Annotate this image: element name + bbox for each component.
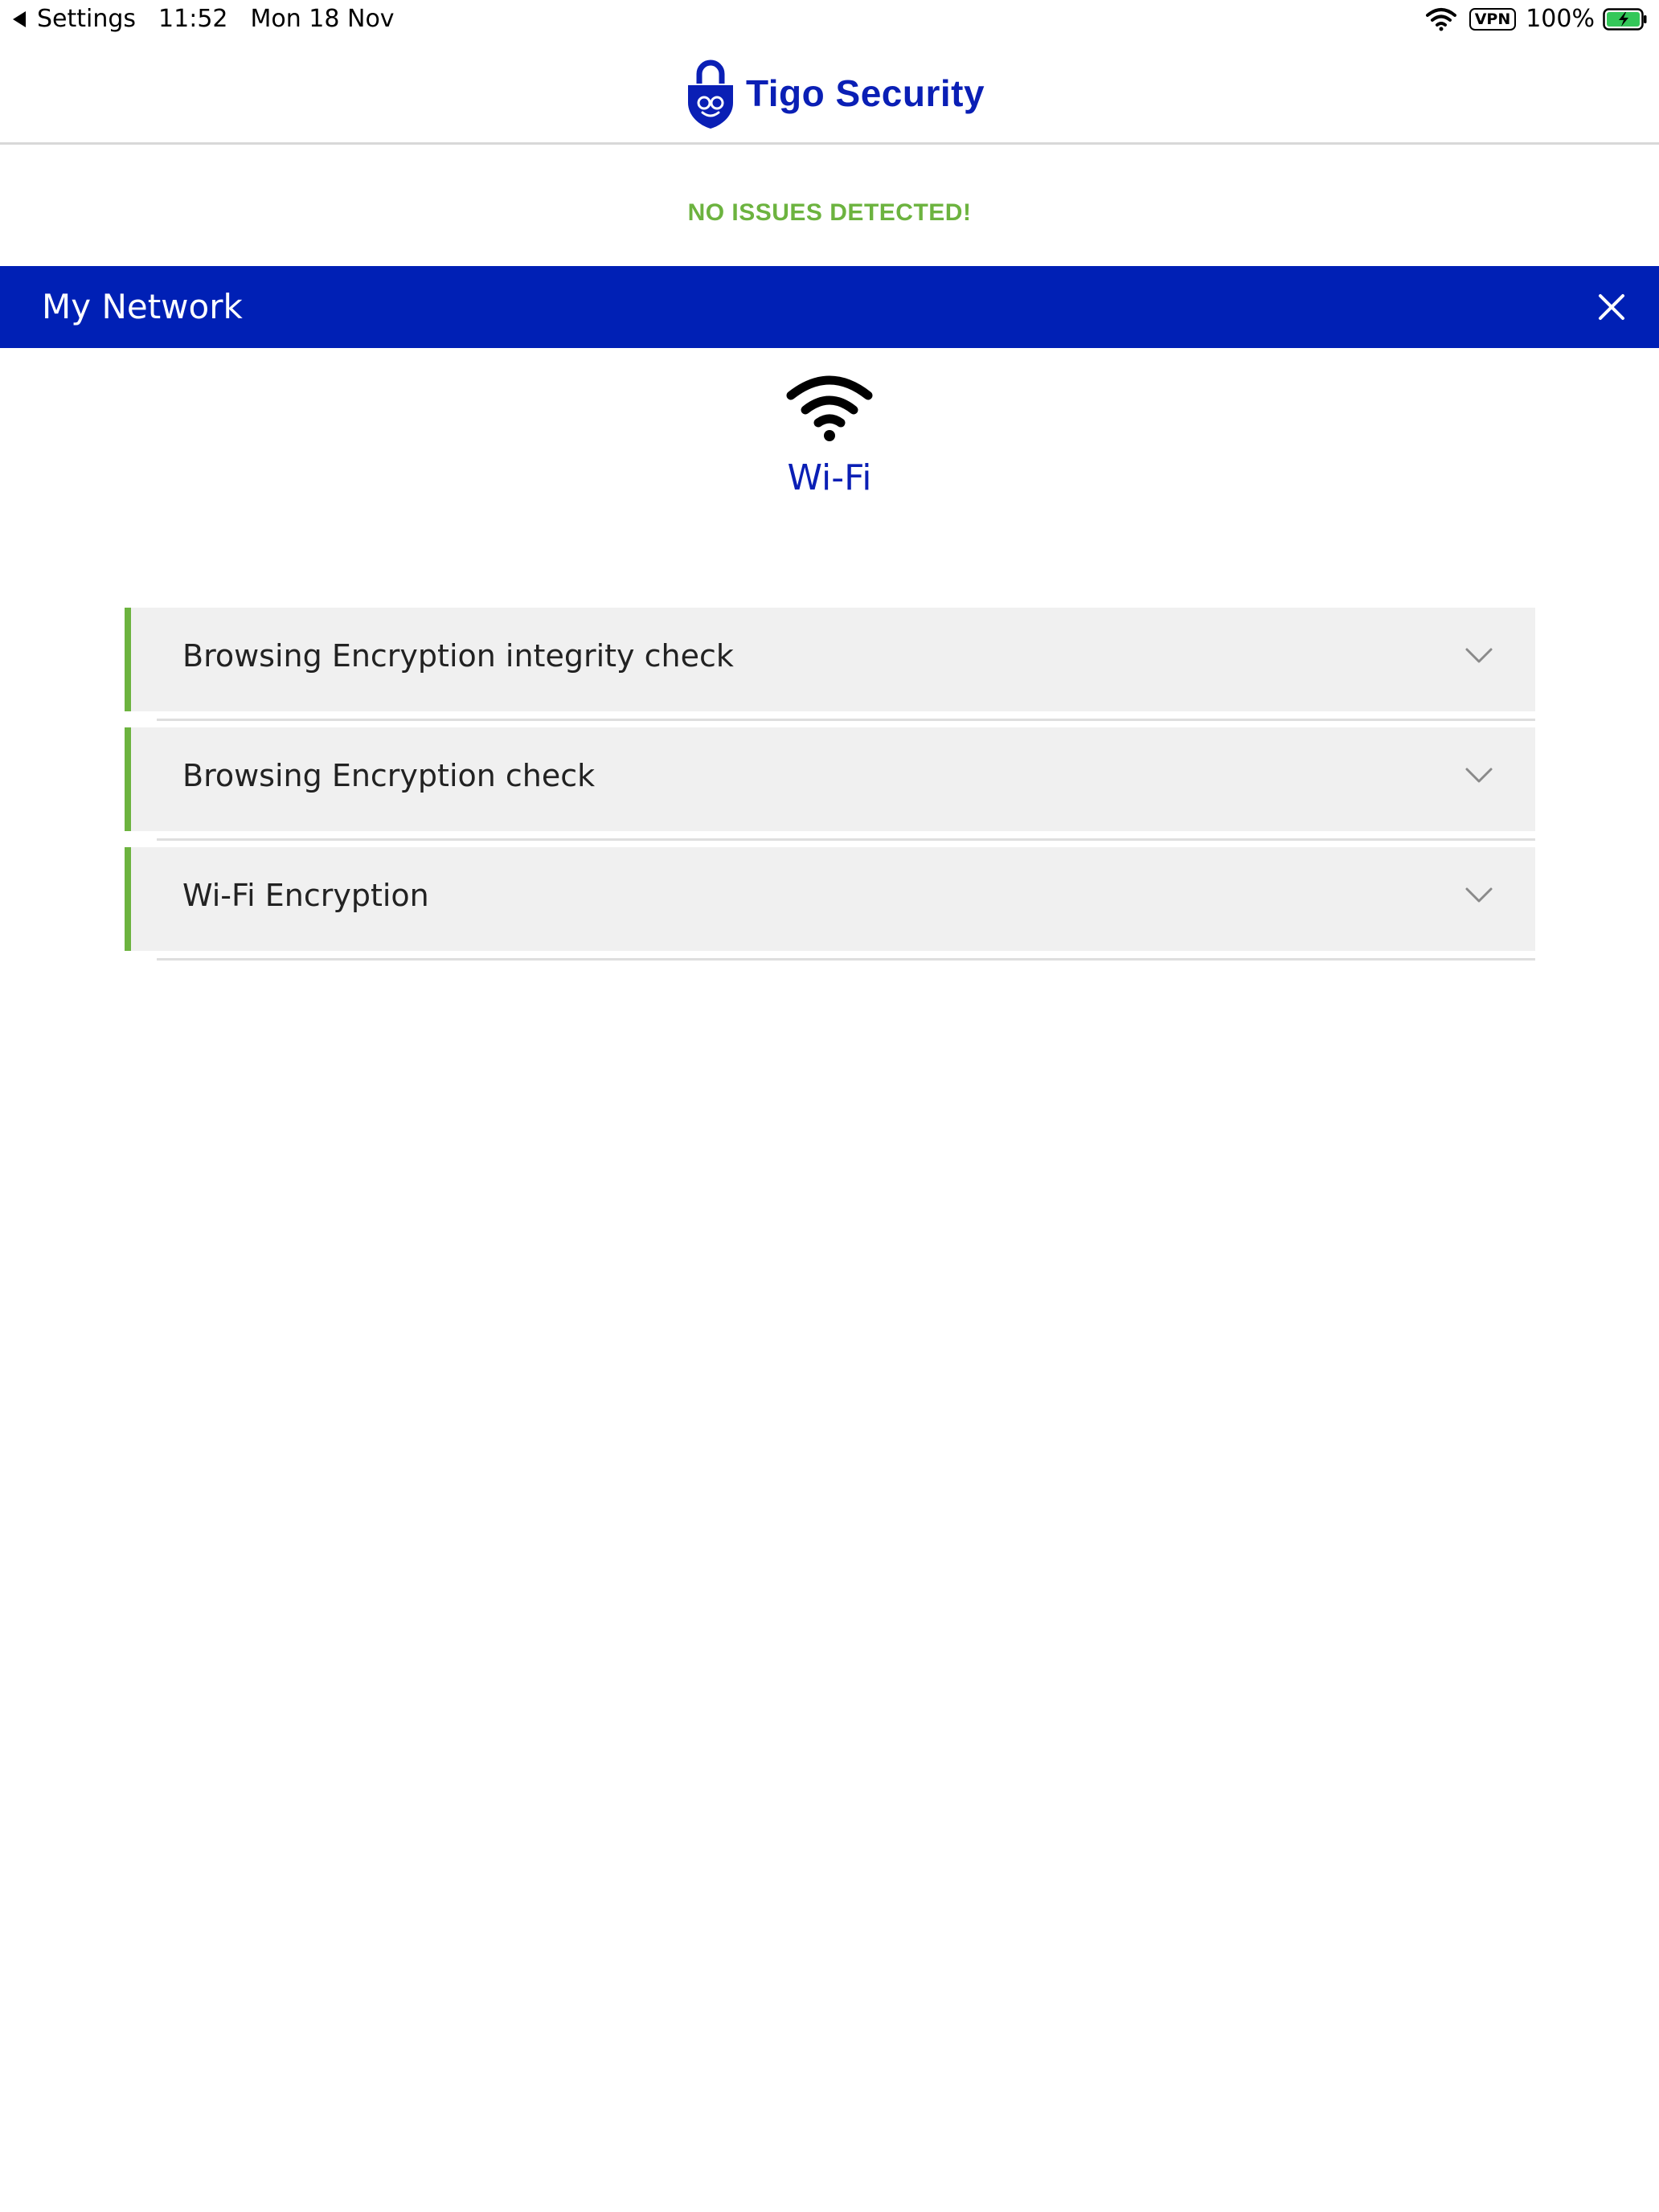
back-to-settings-link[interactable]: Settings — [37, 5, 136, 33]
network-label: Wi-Fi — [787, 457, 872, 498]
status-bar-right: VPN 100% — [1425, 5, 1648, 33]
check-item-browsing-encryption-integrity[interactable]: Browsing Encryption integrity check — [125, 608, 1535, 721]
status-bar-left: Settings 11:52 Mon 18 Nov — [13, 5, 395, 33]
app-logo: Tigo Security — [685, 56, 985, 130]
clock: 11:52 — [158, 5, 228, 33]
close-icon — [1599, 294, 1624, 320]
logo-text: Tigo Security — [746, 72, 985, 114]
checks-list: Browsing Encryption integrity check Brow… — [125, 608, 1535, 967]
status-bar: Settings 11:52 Mon 18 Nov VPN 100% — [0, 0, 1659, 42]
wifi-icon — [786, 375, 873, 441]
close-button[interactable] — [1588, 284, 1635, 330]
back-arrow-icon[interactable] — [13, 10, 26, 27]
battery-charging-icon — [1603, 7, 1647, 31]
check-label: Wi-Fi Encryption — [182, 878, 429, 913]
app-header: Tigo Security — [0, 42, 1659, 145]
date: Mon 18 Nov — [250, 5, 395, 33]
network-type: Wi-Fi — [0, 373, 1659, 498]
scan-status-message: NO ISSUES DETECTED! — [687, 199, 972, 226]
battery-percentage: 100% — [1526, 5, 1595, 33]
section-title: My Network — [42, 287, 243, 326]
chevron-down-icon[interactable] — [1464, 886, 1493, 905]
wifi-signal-icon — [1425, 7, 1456, 31]
check-item-browsing-encryption[interactable]: Browsing Encryption check — [125, 727, 1535, 841]
check-label: Browsing Encryption integrity check — [182, 638, 734, 674]
chevron-down-icon[interactable] — [1464, 766, 1493, 785]
check-label: Browsing Encryption check — [182, 758, 596, 793]
padlock-icon — [688, 59, 733, 129]
check-item-wifi-encryption[interactable]: Wi-Fi Encryption — [125, 847, 1535, 961]
chevron-down-icon[interactable] — [1464, 646, 1493, 666]
vpn-badge: VPN — [1469, 7, 1517, 31]
section-header-bar: My Network — [0, 266, 1659, 348]
